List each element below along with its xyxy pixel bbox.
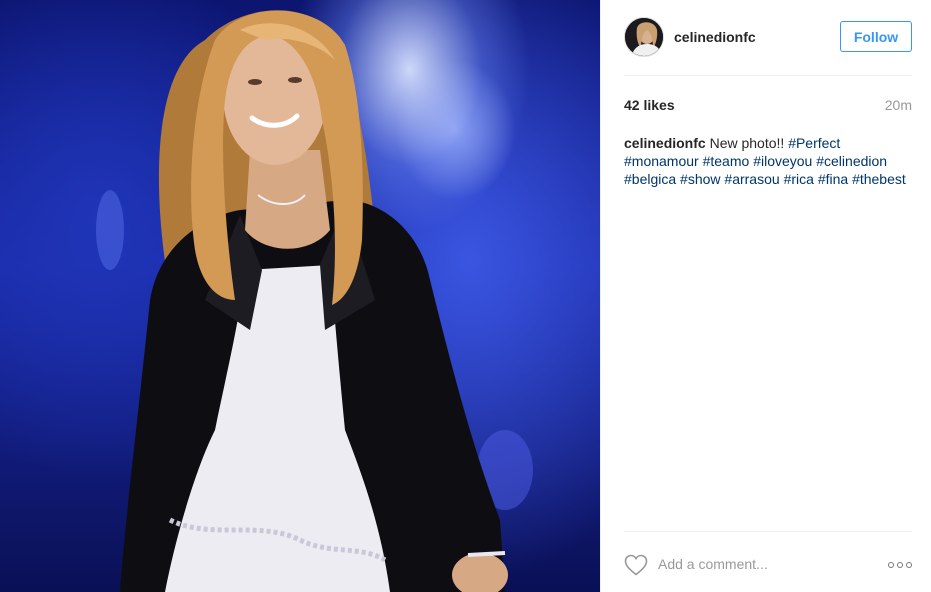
post-header: celinedionfc Follow	[624, 14, 912, 76]
hashtag-link[interactable]: #rica	[784, 171, 814, 187]
avatar-image	[625, 18, 663, 56]
comment-input[interactable]	[658, 554, 858, 574]
post-stats: 42 likes 20m	[624, 97, 912, 113]
hashtag-link[interactable]: #teamo	[703, 153, 750, 169]
avatar[interactable]	[624, 17, 664, 57]
hashtag-link[interactable]: #Perfect	[788, 135, 840, 151]
hashtag-link[interactable]: #belgica	[624, 171, 676, 187]
dot	[906, 562, 912, 568]
caption-text: New photo!!	[709, 135, 785, 151]
caption-username-link[interactable]: celinedionfc	[624, 135, 706, 151]
hashtag-link[interactable]: #iloveyou	[753, 153, 812, 169]
hashtag-link[interactable]: #monamour	[624, 153, 699, 169]
dot	[897, 562, 903, 568]
performer-illustration	[96, 10, 533, 592]
hashtag-link[interactable]: #thebest	[852, 171, 906, 187]
username-link[interactable]: celinedionfc	[674, 29, 756, 45]
heart-icon[interactable]	[624, 554, 648, 576]
hashtag-link[interactable]: #show	[680, 171, 720, 187]
follow-button[interactable]: Follow	[840, 21, 912, 52]
more-options-icon[interactable]	[888, 562, 912, 568]
hashtag-link[interactable]: #celinedion	[816, 153, 887, 169]
hashtag-link[interactable]: #arrasou	[724, 171, 779, 187]
hashtag-link[interactable]: #fina	[818, 171, 848, 187]
post-caption: celinedionfc New photo!! #Perfect #monam…	[624, 134, 914, 188]
comment-bar	[624, 531, 912, 592]
instagram-post: celinedionfc Follow 42 likes 20m celined…	[0, 0, 931, 592]
likes-count[interactable]: 42 likes	[624, 97, 675, 113]
dot	[888, 562, 894, 568]
post-photo[interactable]	[0, 0, 600, 592]
post-timestamp[interactable]: 20m	[885, 97, 912, 113]
post-details-panel: celinedionfc Follow 42 likes 20m celined…	[600, 0, 931, 592]
